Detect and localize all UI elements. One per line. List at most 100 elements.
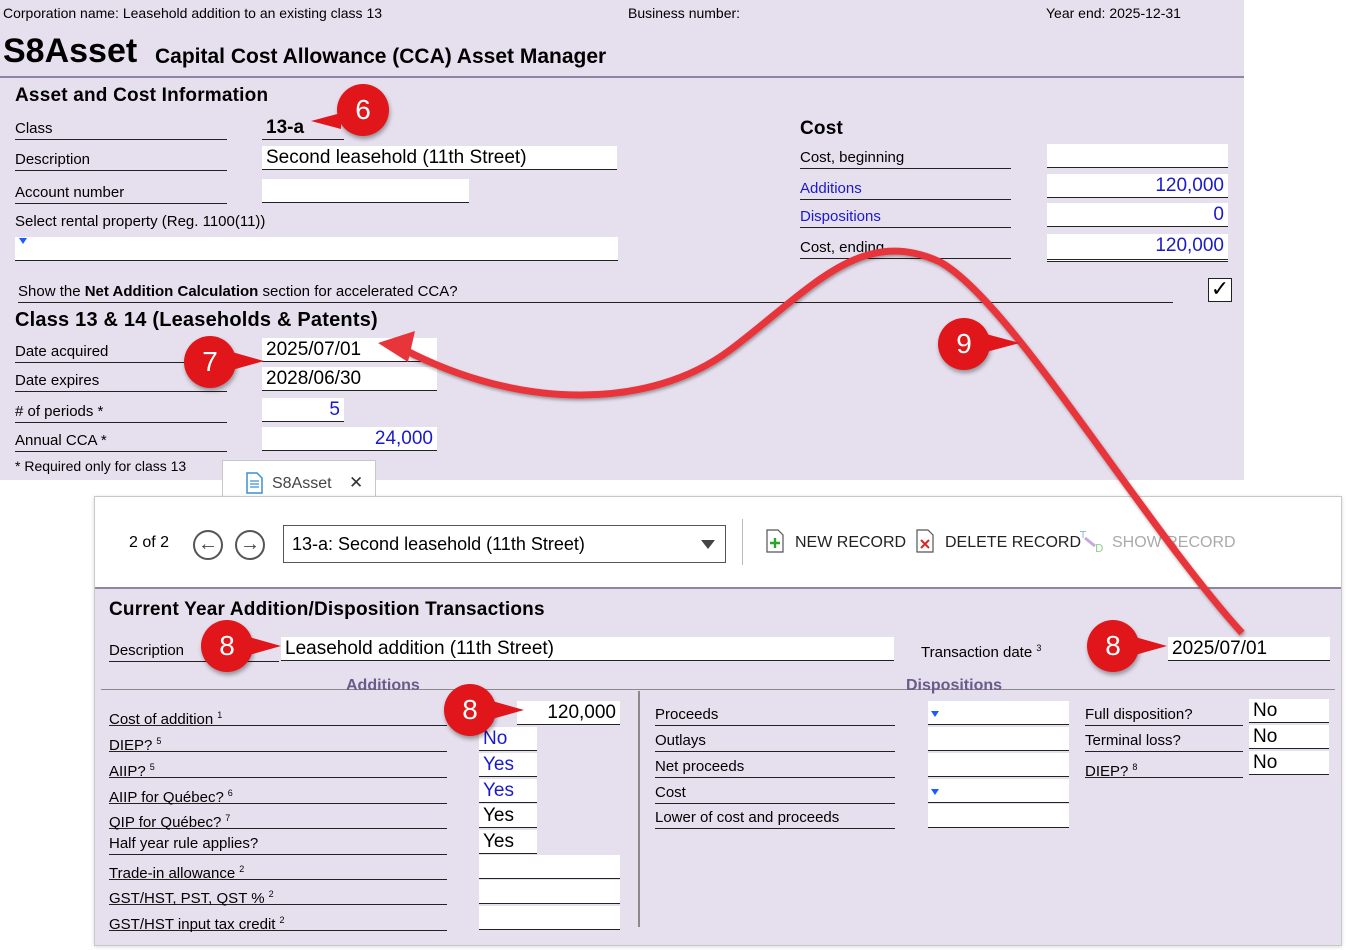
dropdown-triangle-icon	[931, 711, 939, 717]
addition-row-field[interactable]: 120,000	[517, 701, 620, 725]
net-addition-question: Show the Net Addition Calculation sectio…	[18, 282, 1173, 303]
callout-pointer	[1135, 637, 1167, 655]
cost-section-title: Cost	[800, 118, 844, 139]
addition-row-label: Trade-in allowance 2	[109, 859, 447, 882]
form-code: S8Asset	[3, 32, 138, 70]
new-record-icon	[766, 529, 784, 553]
next-record-arrow-icon[interactable]: →	[235, 530, 265, 560]
cost-beginning-field[interactable]	[1047, 144, 1228, 168]
disposition-row-label: Outlays	[655, 731, 895, 752]
periods-field[interactable]: 5	[262, 398, 344, 422]
disposition-flag-field[interactable]: No	[1249, 699, 1329, 723]
disposition-row-field[interactable]	[928, 753, 1069, 777]
disposition-row-label: Lower of cost and proceeds	[655, 808, 895, 829]
business-number: Business number:	[628, 5, 741, 21]
corporation-name: Corporation name: Leasehold addition to …	[3, 5, 383, 21]
cost-beginning-label: Cost, beginning	[800, 148, 1011, 169]
rental-property-select[interactable]	[15, 237, 618, 261]
cost-additions-field: 120,000	[1047, 174, 1228, 198]
s8asset-window: 2 of 2 ← → 13-a: Second leasehold (11th …	[94, 496, 1342, 946]
date-expires-field[interactable]: 2028/06/30	[262, 367, 437, 391]
addition-row-field[interactable]: Yes	[479, 779, 537, 803]
disposition-flag-label: Full disposition?	[1085, 705, 1243, 726]
addition-row-label: DIEP? 5	[109, 731, 447, 754]
addition-row-label: GST/HST input tax credit 2	[109, 910, 447, 933]
description-label: Description	[15, 150, 227, 171]
disposition-row-field[interactable]	[928, 727, 1069, 751]
addition-row-label: AIIP? 5	[109, 757, 447, 780]
column-separator	[638, 691, 640, 927]
chevron-down-icon	[701, 540, 715, 549]
cost-ending-field: 120,000	[1047, 234, 1228, 262]
addition-row-field[interactable]	[479, 880, 620, 904]
tab-label: S8Asset	[272, 475, 332, 492]
callout-marker: 8	[1087, 620, 1139, 672]
transaction-date-field[interactable]: 2025/07/01	[1168, 637, 1330, 661]
disposition-row-field[interactable]	[928, 701, 1069, 725]
transaction-description-field[interactable]: Leasehold addition (11th Street)	[281, 637, 894, 661]
callout-marker: 7	[184, 336, 236, 388]
document-icon	[246, 472, 263, 494]
class13-footnote: * Required only for class 13	[15, 458, 187, 474]
addition-row-label: AIIP for Québec? 6	[109, 783, 447, 806]
record-select[interactable]: 13-a: Second leasehold (11th Street)	[283, 525, 726, 563]
dispositions-link[interactable]: Dispositions	[800, 207, 1011, 228]
form-title: Capital Cost Allowance (CCA) Asset Manag…	[155, 45, 607, 68]
addition-row-field[interactable]	[479, 906, 620, 930]
callout-pointer	[492, 701, 524, 719]
additions-heading: Additions	[346, 677, 420, 694]
callout-marker: 6	[337, 84, 389, 136]
disposition-row-label: Net proceeds	[655, 757, 895, 778]
show-record-icon: TD	[1079, 530, 1103, 554]
transaction-date-label: Transaction date 3	[921, 643, 1042, 661]
addition-row-field[interactable]: Yes	[479, 753, 537, 777]
addition-row-field[interactable]: No	[479, 727, 537, 751]
disposition-row-label: Cost	[655, 783, 895, 804]
show-record-label: SHOW RECORD	[1112, 534, 1236, 551]
callout-marker: 8	[201, 620, 253, 672]
account-number-label: Account number	[15, 183, 227, 204]
annual-cca-label: Annual CCA *	[15, 431, 227, 452]
cost-dispositions-field: 0	[1047, 203, 1228, 227]
callout-marker: 9	[938, 318, 990, 370]
callout-pointer	[311, 113, 341, 129]
callout-pointer	[249, 637, 281, 655]
addition-row-field[interactable]	[479, 855, 620, 879]
annual-cca-field: 24,000	[262, 427, 437, 451]
account-number-field[interactable]	[262, 179, 469, 203]
addition-row-label: Half year rule applies?	[109, 834, 447, 855]
rental-property-label: Select rental property (Reg. 1100(11))	[15, 213, 266, 230]
addition-row-label: GST/HST, PST, QST % 2	[109, 884, 447, 907]
disposition-row-label: Proceeds	[655, 705, 895, 726]
header-divider	[0, 76, 1244, 78]
toolbar-divider	[742, 519, 743, 565]
class-label: Class	[15, 119, 227, 140]
previous-record-arrow-icon[interactable]: ←	[193, 530, 223, 560]
dropdown-triangle-icon	[19, 238, 27, 244]
callout-pointer	[232, 352, 264, 370]
addition-row-label: Cost of addition 1	[109, 705, 447, 728]
disposition-flag-field[interactable]: No	[1249, 725, 1329, 749]
delete-record-icon	[916, 529, 934, 553]
new-record-label: NEW RECORD	[795, 534, 907, 551]
periods-label: # of periods *	[15, 402, 227, 423]
tab-close-icon[interactable]: ✕	[349, 473, 363, 493]
addition-row-field[interactable]: Yes	[479, 804, 537, 828]
disposition-row-field[interactable]	[928, 804, 1069, 828]
addition-row-field[interactable]: Yes	[479, 830, 537, 854]
date-acquired-field[interactable]: 2025/07/01	[262, 338, 437, 362]
disposition-row-field[interactable]	[928, 779, 1069, 803]
dropdown-triangle-icon	[931, 789, 939, 795]
disposition-flag-label: DIEP? 8	[1085, 757, 1243, 780]
description-field[interactable]: Second leasehold (11th Street)	[262, 146, 617, 170]
disposition-flag-field[interactable]: No	[1249, 751, 1329, 775]
transactions-section-title: Current Year Addition/Disposition Transa…	[109, 599, 545, 620]
disposition-flag-label: Terminal loss?	[1085, 731, 1243, 752]
record-counter: 2 of 2	[129, 534, 170, 551]
net-addition-checkbox[interactable]: ✓	[1208, 278, 1232, 302]
svg-text:D: D	[1095, 542, 1103, 554]
columns-divider	[101, 689, 1335, 690]
asset-section-title: Asset and Cost Information	[15, 85, 269, 106]
delete-record-label: DELETE RECORD	[945, 534, 1082, 551]
additions-link[interactable]: Additions	[800, 179, 1011, 200]
